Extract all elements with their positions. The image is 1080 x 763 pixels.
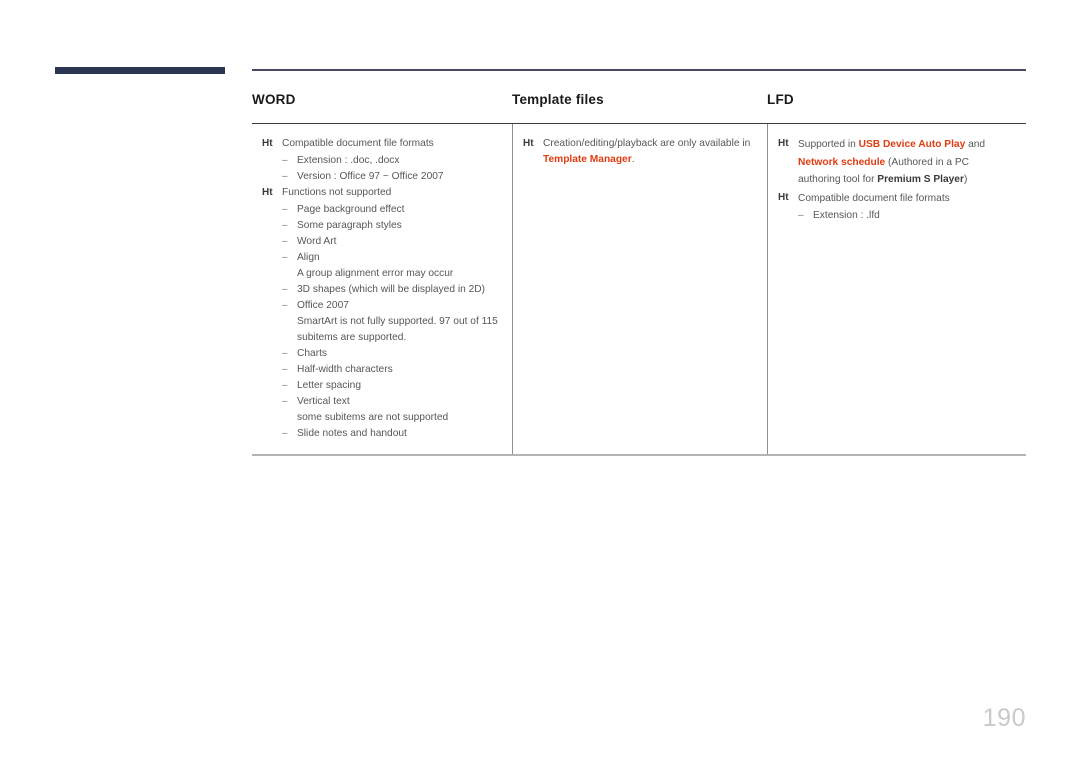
bullet-marker-icon: Ht xyxy=(523,138,534,150)
dash-bullet-icon: – xyxy=(282,284,288,296)
lfd-supported-text: Supported in USB Device Auto Play and Ne… xyxy=(798,136,1012,189)
list-item: – Align xyxy=(282,250,498,266)
list-item: – Word Art xyxy=(282,234,498,250)
bullet-marker-icon: Ht xyxy=(778,191,789,203)
list-item-label: Extension : .doc, .docx xyxy=(297,155,400,167)
template-notice: Creation/editing/playback are only avail… xyxy=(543,136,753,168)
dash-bullet-icon: – xyxy=(282,220,288,232)
header-accent-bar xyxy=(55,67,225,74)
dash-bullet-icon: – xyxy=(282,348,288,360)
sublist: – Extension : .doc, .docx – Version : Of… xyxy=(262,153,498,185)
table-body-row: Ht Compatible document file formats – Ex… xyxy=(252,124,1026,455)
list-item-label: Compatible document file formats xyxy=(282,138,434,150)
list-item: – Extension : .doc, .docx xyxy=(282,153,498,169)
list-item-label: Page background effect xyxy=(297,204,405,216)
list-item: – Vertical text xyxy=(282,394,498,410)
list-item-note: some subitems are not supported xyxy=(297,412,449,424)
list-item-label: Vertical text xyxy=(297,396,350,408)
dash-bullet-icon: – xyxy=(282,428,288,440)
dash-bullet-icon: – xyxy=(282,171,288,183)
list-item-label: Extension : .lfd xyxy=(813,210,880,222)
dash-bullet-icon: – xyxy=(282,300,288,312)
table-bottom-rule xyxy=(252,454,1026,456)
bullet-marker-icon: Ht xyxy=(262,187,273,199)
list-item: – 3D shapes (which will be displayed in … xyxy=(282,282,498,298)
list-item-label: Half-width characters xyxy=(297,364,393,376)
bullet-marker-icon: Ht xyxy=(262,138,273,150)
list-item: – Letter spacing xyxy=(282,378,498,394)
list-item-label: Slide notes and handout xyxy=(297,428,407,440)
sublist: – Extension : .lfd xyxy=(778,208,1012,224)
column-header-template-files: Template files xyxy=(512,92,604,107)
list-item-label: Functions not supported xyxy=(282,187,392,199)
compatibility-table: WORD Template files LFD Ht Compatible do… xyxy=(252,92,1026,456)
supported-bold-player: Premium S Player xyxy=(877,174,964,186)
list-item: – Some paragraph styles xyxy=(282,218,498,234)
list-item-label: Letter spacing xyxy=(297,380,361,392)
list-item-label: Some paragraph styles xyxy=(297,220,402,232)
dash-bullet-icon: – xyxy=(282,252,288,264)
dash-bullet-icon: – xyxy=(282,236,288,248)
list-item-label: Office 2007 xyxy=(297,300,349,312)
supported-highlight-usb: USB Device Auto Play xyxy=(858,139,966,151)
dash-bullet-icon: – xyxy=(282,396,288,408)
list-item-note: A group alignment error may occur xyxy=(297,268,454,280)
notice-tail: . xyxy=(631,154,635,166)
list-item: – Extension : .lfd xyxy=(798,208,1012,224)
column-header-lfd: LFD xyxy=(767,92,794,107)
sublist: – Page background effect – Some paragrap… xyxy=(262,202,498,442)
list-item: – Slide notes and handout xyxy=(282,426,498,442)
list-item: – Version : Office 97 ~ Office 2007 xyxy=(282,169,498,185)
list-item-note: SmartArt is not fully supported. 97 out … xyxy=(297,316,498,344)
list-item-label: Align xyxy=(297,252,320,264)
dash-bullet-icon: – xyxy=(282,204,288,216)
list-item: Ht Creation/editing/playback are only av… xyxy=(523,136,753,168)
list-item-label: Word Art xyxy=(297,236,337,248)
list-item: Ht Compatible document file formats xyxy=(778,190,1012,208)
supported-part2: and xyxy=(965,139,986,151)
cell-word: Ht Compatible document file formats – Ex… xyxy=(252,124,512,454)
list-item: Ht Functions not supported xyxy=(262,185,498,201)
list-item-label: Version : Office 97 ~ Office 2007 xyxy=(297,171,444,183)
page-number: 190 xyxy=(982,704,1026,732)
list-item: – Page background effect xyxy=(282,202,498,218)
dash-bullet-icon: – xyxy=(282,364,288,376)
cell-lfd: Ht Supported in USB Device Auto Play and… xyxy=(767,124,1026,455)
column-header-word: WORD xyxy=(252,92,296,107)
cell-template-files: Ht Creation/editing/playback are only av… xyxy=(512,124,767,455)
dash-bullet-icon: – xyxy=(282,380,288,392)
list-item-label: 3D shapes (which will be displayed in 2D… xyxy=(297,284,485,296)
list-item: – Charts xyxy=(282,346,498,362)
list-item: Ht Compatible document file formats xyxy=(262,136,498,152)
list-item-label: Charts xyxy=(297,348,328,360)
bullet-marker-icon: Ht xyxy=(778,138,789,150)
header-rule xyxy=(252,69,1026,71)
list-item: – Half-width characters xyxy=(282,362,498,378)
supported-highlight-network: Network schedule xyxy=(798,156,886,168)
list-item-label: Compatible document file formats xyxy=(798,192,950,204)
dash-bullet-icon: – xyxy=(798,210,804,222)
table-header-row: WORD Template files LFD xyxy=(252,92,1026,120)
supported-part1: Supported in xyxy=(798,139,859,151)
list-item: Ht Supported in USB Device Auto Play and… xyxy=(778,136,1012,189)
supported-part4: ) xyxy=(963,174,968,186)
dash-bullet-icon: – xyxy=(282,155,288,167)
list-item: – Office 2007 xyxy=(282,298,498,314)
notice-lead: Creation/editing/playback are only avail… xyxy=(543,138,751,150)
notice-highlight: Template Manager xyxy=(543,154,632,166)
